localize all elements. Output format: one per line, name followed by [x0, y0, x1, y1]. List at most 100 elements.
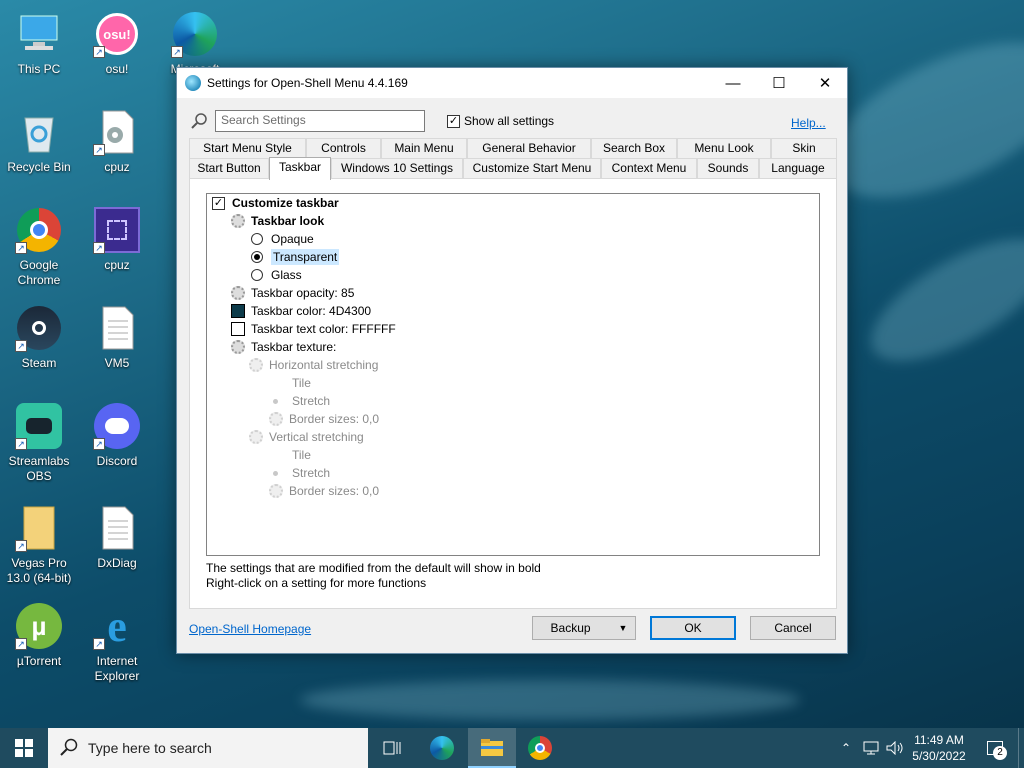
- taskbar-chrome-button[interactable]: [516, 728, 564, 768]
- vertical-stretch-option[interactable]: Stretch: [269, 464, 330, 482]
- taskbar-color-item[interactable]: Taskbar color: 4D4300: [231, 302, 371, 320]
- taskbar-text-color-item[interactable]: Taskbar text color: FFFFFF: [231, 320, 396, 338]
- settings-tree[interactable]: ✓ Customize taskbar Taskbar look Opaque …: [206, 193, 820, 556]
- taskbar-opacity-item[interactable]: Taskbar opacity: 85: [231, 284, 354, 302]
- taskbar-tab-panel: ✓ Customize taskbar Taskbar look Opaque …: [189, 178, 837, 609]
- desktop-icon-utorrent[interactable]: µ ↗ µTorrent: [0, 602, 78, 669]
- desktop-icon-cpuz[interactable]: ↗ cpuz: [78, 206, 156, 273]
- horizontal-tile-option[interactable]: Tile: [269, 374, 311, 392]
- desktop-icon-label: DxDiag: [97, 556, 137, 570]
- chrome-icon: [528, 736, 552, 760]
- dropdown-arrow-icon: ▼: [618, 623, 628, 633]
- tab-controls[interactable]: Controls: [306, 138, 381, 158]
- title-bar[interactable]: Settings for Open-Shell Menu 4.4.169 — ☐…: [177, 68, 847, 98]
- tab-start-menu-style[interactable]: Start Menu Style: [189, 138, 306, 158]
- desktop-icon-internet-explorer[interactable]: e ↗ Internet Explorer: [78, 602, 156, 684]
- utorrent-icon: µ ↗: [15, 602, 63, 650]
- tab-menu-look[interactable]: Menu Look: [677, 138, 771, 158]
- radio-selected-icon: [251, 251, 263, 263]
- start-button[interactable]: [0, 728, 48, 768]
- tab-windows-10-settings[interactable]: Windows 10 Settings: [331, 158, 463, 178]
- desktop-icon-label: cpuz: [104, 258, 130, 272]
- taskbar-texture-item[interactable]: Taskbar texture:: [231, 338, 336, 356]
- tab-general-behavior[interactable]: General Behavior: [467, 138, 591, 158]
- vertical-stretching-item[interactable]: Vertical stretching: [249, 428, 364, 446]
- desktop-icon-vm5[interactable]: VM5: [78, 304, 156, 371]
- vertical-tile-option[interactable]: Tile: [269, 446, 311, 464]
- glass-label: Glass: [271, 268, 302, 282]
- vertical-border-sizes-item[interactable]: Border sizes: 0,0: [269, 482, 379, 500]
- taskbar-search-box[interactable]: Type here to search: [48, 728, 368, 768]
- desktop-icon-label: Streamlabs OBS: [8, 454, 70, 483]
- radio-selected-icon: [273, 470, 278, 476]
- vertical-stretch-label: Stretch: [292, 466, 331, 480]
- task-view-icon: [383, 741, 401, 755]
- desktop-icon-discord[interactable]: ↗ Discord: [78, 402, 156, 469]
- help-link[interactable]: Help...: [791, 116, 826, 130]
- vertical-tile-label: Tile: [292, 448, 311, 462]
- clock[interactable]: 11:49 AM 5/30/2022: [906, 728, 972, 768]
- taskbar-look-label: Taskbar look: [251, 214, 325, 228]
- desktop-icon-osu[interactable]: osu! ↗ osu!: [78, 10, 156, 77]
- tab-taskbar[interactable]: Taskbar: [269, 157, 331, 180]
- open-shell-icon: [185, 75, 201, 91]
- customize-taskbar-item[interactable]: ✓ Customize taskbar: [212, 194, 339, 212]
- horizontal-stretch-option[interactable]: Stretch: [269, 392, 330, 410]
- radio-selected-icon: [273, 398, 278, 404]
- tab-context-menu[interactable]: Context Menu: [601, 158, 697, 178]
- search-settings-input[interactable]: Search Settings: [215, 110, 425, 132]
- desktop-icon-cpuz-file[interactable]: ↗ cpuz: [78, 108, 156, 175]
- setting-gear-icon: [269, 412, 283, 426]
- minimize-button[interactable]: —: [710, 68, 756, 98]
- taskbar-look-item[interactable]: Taskbar look: [231, 212, 324, 230]
- radio-unselected-icon: [251, 269, 263, 281]
- settings-window: Settings for Open-Shell Menu 4.4.169 — ☐…: [176, 67, 848, 654]
- network-icon[interactable]: [860, 728, 882, 768]
- setting-gear-icon: [249, 358, 263, 372]
- opaque-radio[interactable]: Opaque: [251, 230, 314, 248]
- shortcut-arrow-icon: ↗: [171, 46, 183, 58]
- taskbar-edge-button[interactable]: [418, 728, 466, 768]
- folder-icon: ↗: [15, 504, 63, 552]
- desktop-icon-label: VM5: [104, 356, 130, 370]
- tab-skin[interactable]: Skin: [771, 138, 837, 158]
- tab-start-button[interactable]: Start Button: [189, 158, 269, 178]
- desktop-icon-this-pc[interactable]: This PC: [0, 10, 78, 77]
- transparent-radio[interactable]: Transparent: [251, 248, 340, 266]
- taskbar-texture-label: Taskbar texture:: [251, 340, 337, 354]
- transparent-label: Transparent: [271, 249, 340, 265]
- desktop-icon-google-chrome[interactable]: ↗ Google Chrome: [0, 206, 78, 288]
- close-button[interactable]: ✕: [802, 68, 848, 98]
- desktop-icon-vegas-pro[interactable]: ↗ Vegas Pro 13.0 (64-bit): [0, 504, 78, 586]
- shortcut-arrow-icon: ↗: [15, 540, 27, 552]
- vertical-border-sizes-label: Border sizes: 0,0: [289, 484, 380, 498]
- open-shell-homepage-link[interactable]: Open-Shell Homepage: [189, 622, 311, 636]
- desktop-icon-dxdiag[interactable]: DxDiag: [78, 504, 156, 571]
- maximize-button[interactable]: ☐: [756, 68, 802, 98]
- tab-search-box[interactable]: Search Box: [591, 138, 677, 158]
- search-icon: [60, 738, 78, 759]
- search-icon: [191, 113, 207, 132]
- volume-icon[interactable]: [884, 728, 906, 768]
- backup-button[interactable]: Backup ▼: [532, 616, 636, 640]
- glass-radio[interactable]: Glass: [251, 266, 302, 284]
- tab-main-menu[interactable]: Main Menu: [381, 138, 467, 158]
- shortcut-arrow-icon: ↗: [93, 242, 105, 254]
- cancel-button[interactable]: Cancel: [750, 616, 836, 640]
- horizontal-border-sizes-item[interactable]: Border sizes: 0,0: [269, 410, 379, 428]
- tab-sounds[interactable]: Sounds: [697, 158, 759, 178]
- show-hidden-icons-button[interactable]: ⌃: [836, 728, 856, 768]
- desktop-icon-streamlabs-obs[interactable]: ↗ Streamlabs OBS: [0, 402, 78, 484]
- tab-customize-start-menu[interactable]: Customize Start Menu: [463, 158, 601, 178]
- desktop-icon-recycle-bin[interactable]: Recycle Bin: [0, 108, 78, 175]
- desktop-icon-steam[interactable]: ↗ Steam: [0, 304, 78, 371]
- tab-language[interactable]: Language: [759, 158, 837, 178]
- ok-button[interactable]: OK: [650, 616, 736, 640]
- show-all-settings-checkbox[interactable]: ✓ Show all settings: [447, 114, 554, 128]
- taskbar-file-explorer-button[interactable]: [468, 728, 516, 768]
- action-center-button[interactable]: 2: [978, 728, 1012, 768]
- show-desktop-button[interactable]: [1018, 728, 1024, 768]
- setting-gear-icon: [231, 340, 245, 354]
- horizontal-stretching-item[interactable]: Horizontal stretching: [249, 356, 378, 374]
- task-view-button[interactable]: [368, 728, 416, 768]
